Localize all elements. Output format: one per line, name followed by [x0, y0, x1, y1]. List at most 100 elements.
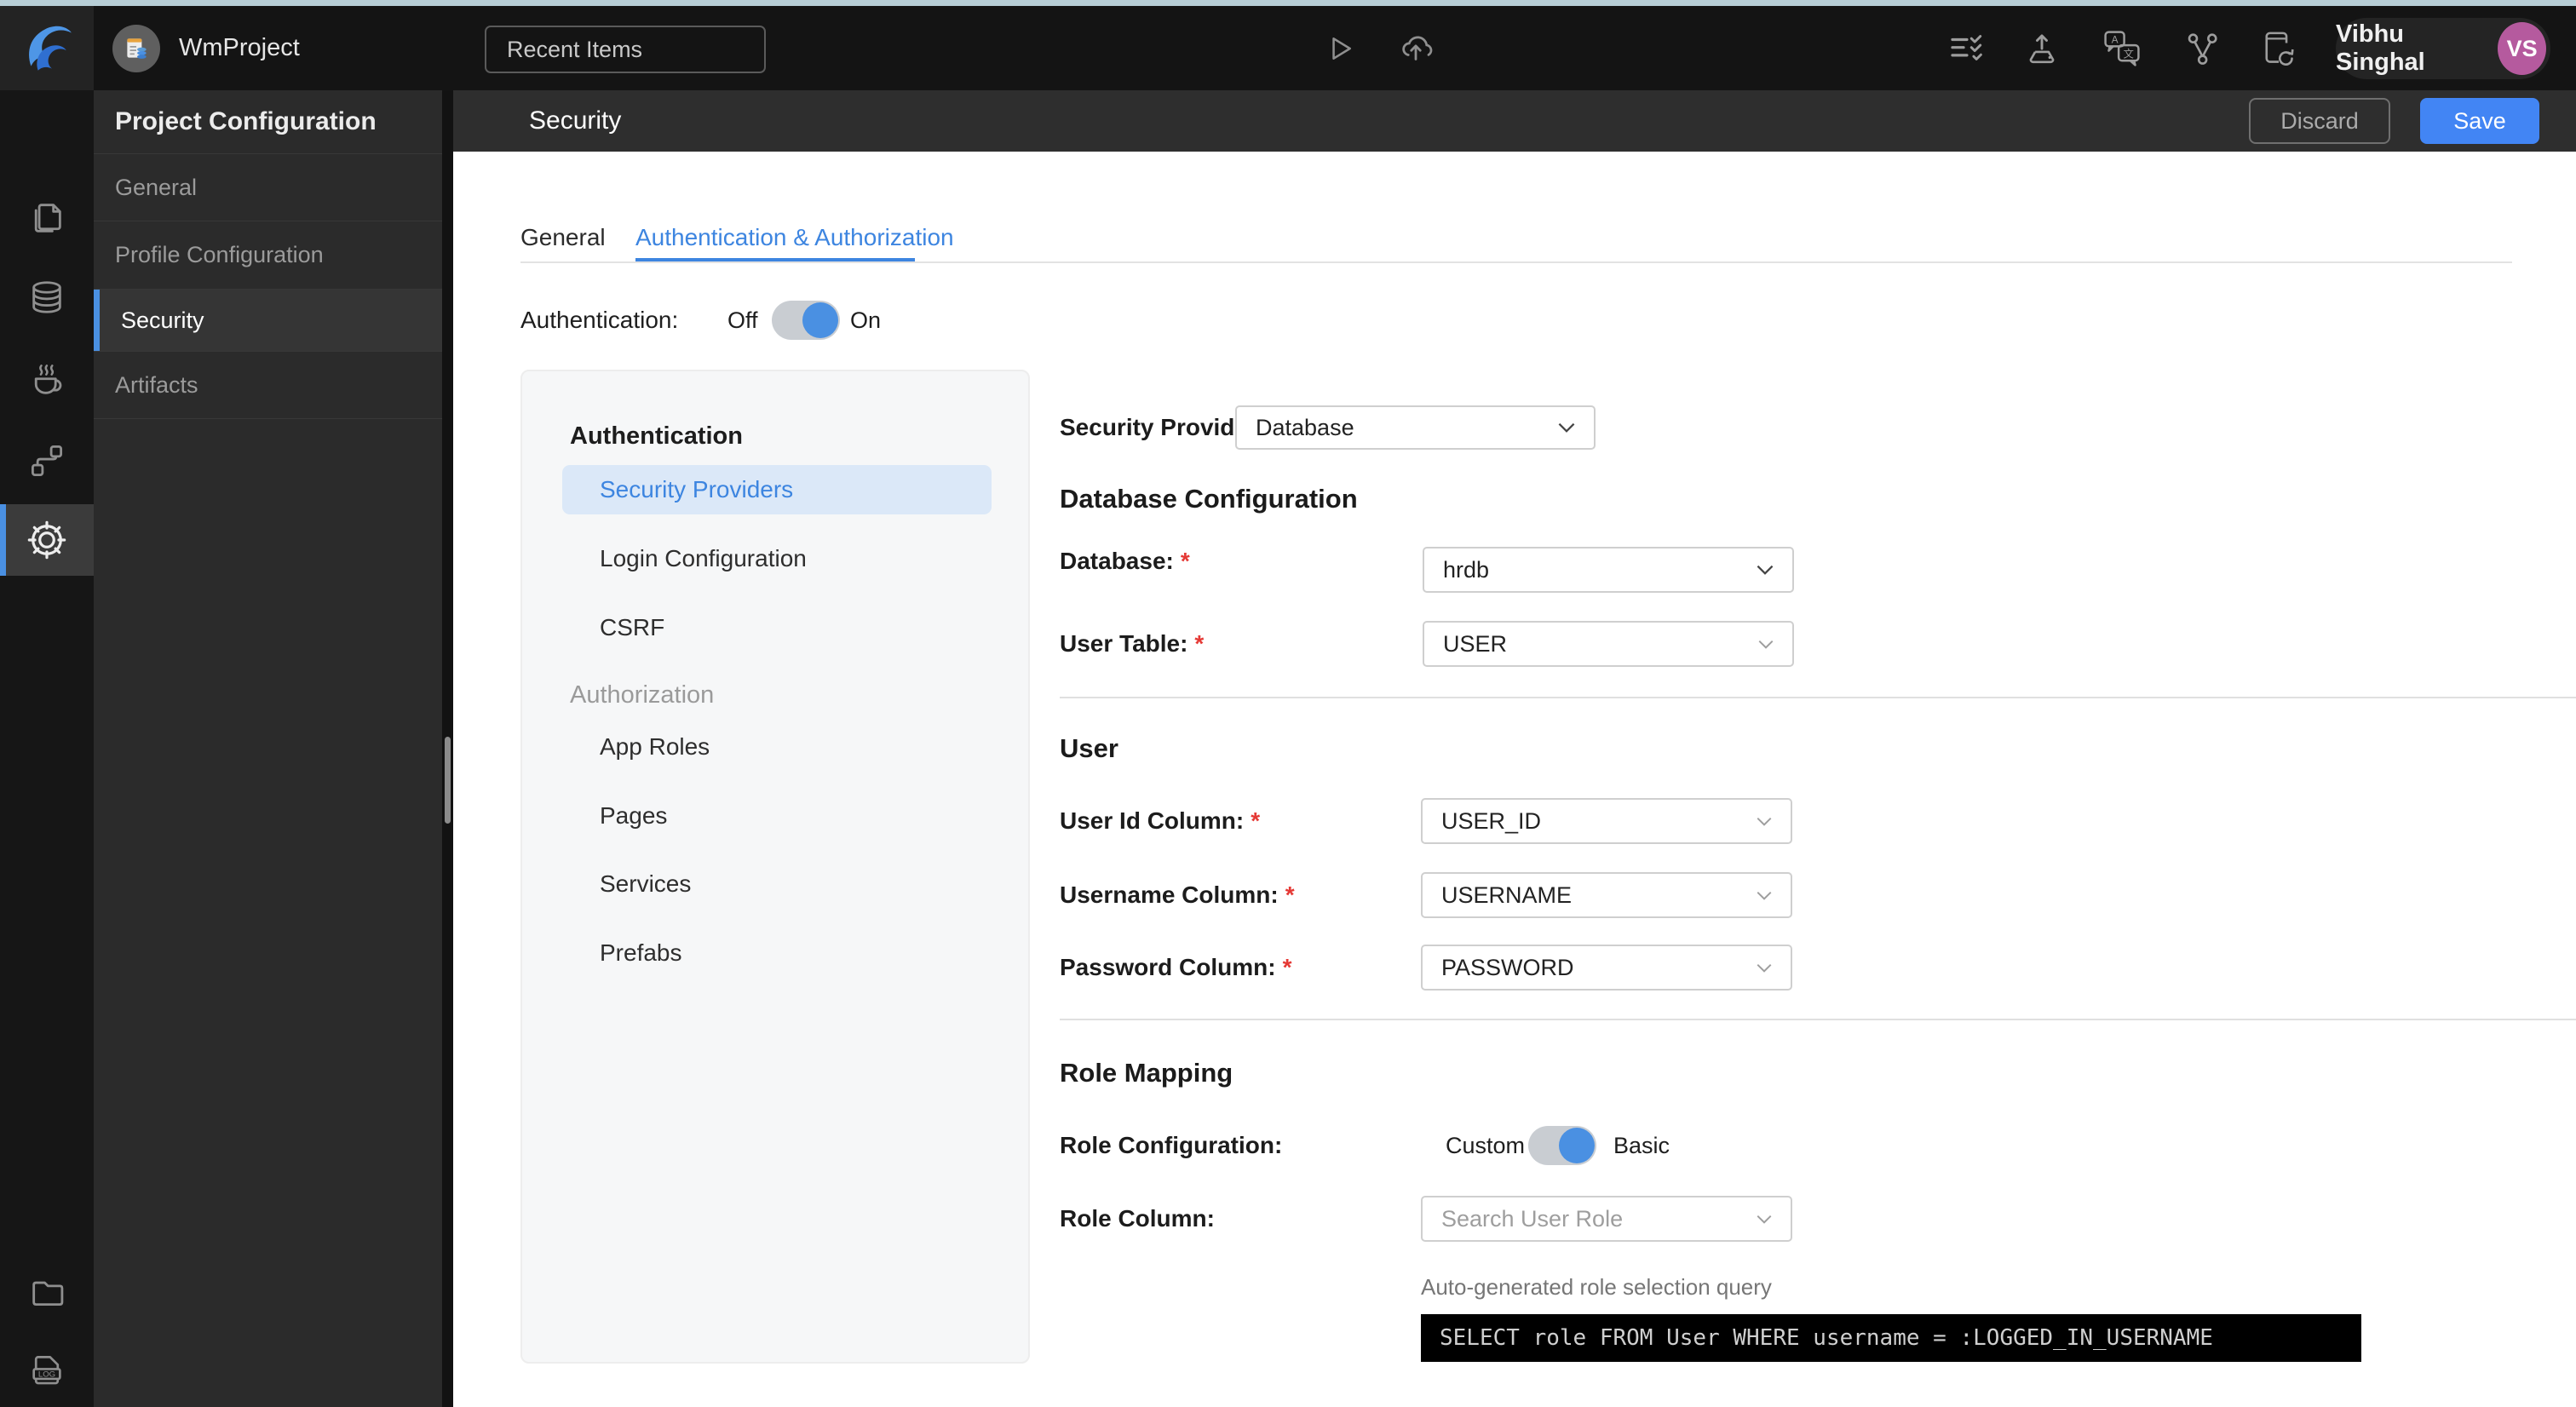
svg-text:文: 文 [2124, 47, 2134, 60]
required-asterisk: * [1180, 548, 1190, 574]
recent-items-dropdown[interactable]: Recent Items [485, 26, 766, 73]
rail-apis-button[interactable] [0, 425, 94, 497]
main-content: Security Discard Save General Authentica… [453, 90, 2576, 1407]
svg-text:A: A [2112, 34, 2119, 45]
database-select[interactable]: hrdb [1423, 547, 1794, 593]
authentication-section-title: Authentication [570, 422, 743, 450]
role-configuration-toggle[interactable] [1528, 1126, 1596, 1165]
user-id-column-label: User Id Column: * [1060, 807, 1261, 834]
topbar: WmProject Recent Items A 文 Vibhu Singhal… [0, 6, 2576, 90]
nav-item-csrf[interactable]: CSRF [600, 610, 664, 646]
security-provider-select[interactable]: Database [1235, 405, 1596, 450]
nav-item-security-providers[interactable]: Security Providers [562, 465, 992, 514]
sidebar-scrollbar [442, 90, 453, 1407]
role-column-label: Role Column: [1060, 1205, 1215, 1232]
nav-item-services[interactable]: Services [600, 866, 691, 902]
toggle-off-label: Off [727, 307, 758, 333]
nav-item-prefabs[interactable]: Prefabs [600, 935, 682, 971]
project-badge[interactable] [112, 25, 160, 72]
role-mapping-title: Role Mapping [1060, 1058, 1233, 1088]
role-configuration-label: Role Configuration: [1060, 1132, 1283, 1158]
user-table-label: User Table: * [1060, 630, 1205, 657]
tab-authentication-authorization[interactable]: Authentication & Authorization [635, 220, 954, 256]
sidebar-item-profile-configuration[interactable]: Profile Configuration [94, 221, 442, 289]
user-name: Vibhu Singhal [2336, 20, 2425, 76]
user-menu[interactable]: Vibhu Singhal VS [2336, 18, 2550, 79]
sidebar-scrollbar-thumb[interactable] [445, 737, 451, 824]
rail-pages-button[interactable] [0, 182, 94, 254]
checklist-icon [1951, 34, 1982, 60]
authentication-toggle-label: Authentication: [520, 307, 679, 333]
role-column-select[interactable]: Search User Role [1421, 1196, 1792, 1242]
sidebar-item-general[interactable]: General [94, 153, 442, 221]
password-column-select[interactable]: PASSWORD [1421, 945, 1792, 991]
chevron-down-icon [1758, 640, 1774, 649]
security-nav-panel: Authentication Security Providers Login … [520, 370, 1030, 1364]
nav-item-app-roles[interactable]: App Roles [600, 729, 710, 765]
mobile-sync-icon [2265, 32, 2294, 66]
authentication-toggle[interactable] [772, 301, 840, 340]
sidebar-item-security[interactable]: Security [94, 289, 442, 351]
browser-edge-strip [0, 0, 2576, 6]
deploy-button[interactable] [2021, 6, 2063, 90]
folder-icon [32, 1281, 64, 1306]
discard-button[interactable]: Discard [2249, 98, 2390, 144]
connector-icon [31, 445, 63, 477]
rail-files-button[interactable] [0, 1255, 94, 1326]
database-label: Database: * [1060, 548, 1190, 574]
chevron-down-icon [1757, 565, 1774, 575]
sidebar-item-artifacts[interactable]: Artifacts [94, 351, 442, 419]
run-button[interactable] [1319, 6, 1361, 90]
page-title: Security [529, 106, 622, 135]
tab-general[interactable]: General [520, 220, 606, 256]
rail-logs-button[interactable]: LOG [0, 1335, 94, 1407]
user-id-column-select[interactable]: USER_ID [1421, 798, 1792, 844]
tab-baseline [520, 261, 2512, 263]
nav-item-pages[interactable]: Pages [600, 798, 667, 834]
avatar: VS [2498, 22, 2546, 75]
checklist-button[interactable] [1946, 6, 1988, 90]
chevron-down-icon [1558, 422, 1575, 433]
toggle-on-label: On [850, 307, 882, 333]
username-column-label: Username Column: * [1060, 882, 1295, 908]
database-configuration-title: Database Configuration [1060, 484, 1358, 514]
gear-icon [27, 520, 66, 560]
chevron-down-icon [1757, 963, 1772, 973]
project-name: WmProject [179, 34, 300, 61]
nav-item-login-configuration[interactable]: Login Configuration [600, 541, 807, 577]
git-branch-icon [2188, 32, 2217, 65]
log-file-icon: LOG [32, 1356, 61, 1385]
user-section-title: User [1060, 733, 1118, 763]
wave-logo-icon [29, 26, 72, 71]
pages-icon [34, 204, 61, 233]
device-sync-button[interactable] [2257, 6, 2300, 90]
wavemaker-logo[interactable] [0, 6, 94, 90]
vcs-button[interactable] [2181, 6, 2223, 90]
toggle-knob [1559, 1128, 1595, 1163]
rail-database-button[interactable] [0, 261, 94, 333]
role-selection-query: SELECT role FROM User WHERE username = :… [1421, 1314, 2361, 1362]
rail-settings-button[interactable] [0, 504, 94, 576]
required-asterisk: * [1282, 954, 1292, 980]
user-table-select[interactable]: USER [1423, 621, 1794, 667]
role-toggle-basic-label: Basic [1613, 1133, 1670, 1158]
play-icon [1332, 37, 1351, 60]
password-column-label: Password Column: * [1060, 954, 1292, 980]
section-divider [1060, 1019, 2576, 1020]
username-column-select[interactable]: USERNAME [1421, 872, 1792, 918]
translate-icon: A 文 [2104, 30, 2140, 66]
deploy-icon [2029, 33, 2055, 63]
authorization-section-title: Authorization [570, 681, 715, 709]
rail-java-services-button[interactable] [0, 344, 94, 416]
required-asterisk: * [1285, 882, 1295, 908]
app-root: WmProject Recent Items A 文 Vibhu Singhal… [0, 0, 2576, 1407]
security-provider-label: Security Provider [1060, 414, 1257, 440]
left-icon-rail: LOG [0, 90, 94, 1407]
chevron-down-icon [1757, 891, 1772, 900]
query-caption: Auto-generated role selection query [1421, 1274, 1772, 1300]
java-coffee-icon [34, 365, 62, 394]
localization-button[interactable]: A 文 [2101, 6, 2143, 90]
project-icon [127, 38, 147, 59]
preview-button[interactable] [1392, 6, 1440, 90]
save-button[interactable]: Save [2420, 98, 2539, 144]
